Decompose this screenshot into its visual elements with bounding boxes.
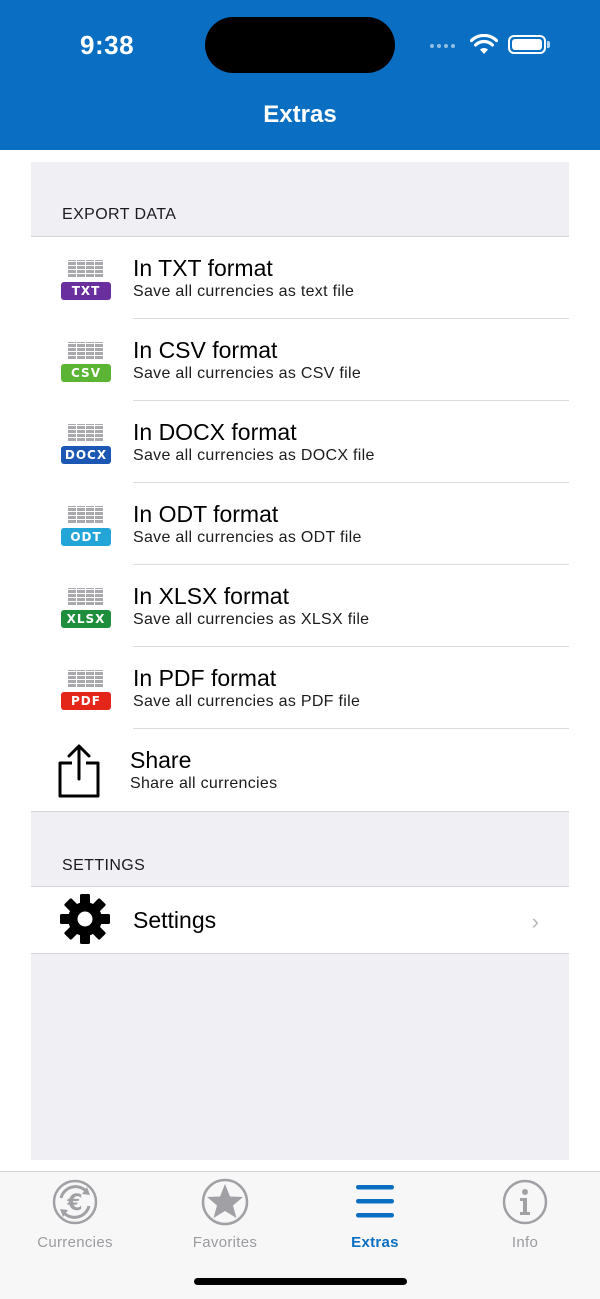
home-indicator xyxy=(194,1278,407,1285)
row-subtitle: Save all currencies as PDF file xyxy=(133,693,361,710)
csv-file-icon: CSV xyxy=(61,342,111,382)
csv-badge: CSV xyxy=(61,364,111,382)
row-title: In TXT format xyxy=(133,255,273,281)
export-list: TXT In TXT format Save all currencies as… xyxy=(31,236,569,812)
export-txt-row[interactable]: TXT In TXT format Save all currencies as… xyxy=(31,237,569,319)
export-odt-row[interactable]: ODT In ODT format Save all currencies as… xyxy=(31,483,569,565)
row-subtitle: Save all currencies as XLSX file xyxy=(133,611,370,628)
txt-badge: TXT xyxy=(61,282,111,300)
chevron-right-icon: › xyxy=(531,909,539,934)
cellular-signal-icon xyxy=(430,44,455,48)
wifi-icon xyxy=(470,34,498,54)
row-title: In ODT format xyxy=(133,501,279,527)
tab-label: Info xyxy=(511,1234,539,1251)
settings-list: Settings › xyxy=(31,886,569,954)
share-icon xyxy=(58,744,100,798)
settings-row[interactable]: Settings › xyxy=(31,887,569,953)
nav-header: 9:38 Extras xyxy=(0,0,600,150)
battery-icon xyxy=(508,35,546,54)
row-title: In CSV format xyxy=(133,337,278,363)
share-row[interactable]: Share Share all currencies xyxy=(31,729,569,811)
row-title: Settings xyxy=(133,907,217,933)
svg-text:€: € xyxy=(66,1191,82,1216)
tab-label: Currencies xyxy=(37,1234,113,1251)
docx-badge: DOCX xyxy=(61,446,111,464)
row-subtitle: Save all currencies as ODT file xyxy=(133,529,362,546)
section-header-export: EXPORT DATA xyxy=(62,206,177,223)
odt-badge: ODT xyxy=(61,528,111,546)
tab-info[interactable]: Info xyxy=(450,1178,600,1258)
docx-file-icon: DOCX xyxy=(61,424,111,464)
xlsx-badge: XLSX xyxy=(61,610,111,628)
pdf-file-icon: PDF xyxy=(61,670,111,710)
txt-file-icon: TXT xyxy=(61,260,111,300)
tab-label: Favorites xyxy=(192,1234,258,1251)
odt-file-icon: ODT xyxy=(61,506,111,546)
row-title: In DOCX format xyxy=(133,419,297,445)
status-time: 9:38 xyxy=(80,30,135,60)
row-subtitle: Save all currencies as text file xyxy=(133,283,355,300)
euro-exchange-icon: € xyxy=(52,1179,98,1225)
export-docx-row[interactable]: DOCX In DOCX format Save all currencies … xyxy=(31,401,569,483)
export-csv-row[interactable]: CSV In CSV format Save all currencies as… xyxy=(31,319,569,401)
export-xlsx-row[interactable]: XLSX In XLSX format Save all currencies … xyxy=(31,565,569,647)
dynamic-island xyxy=(205,17,395,73)
page-title: Extras xyxy=(263,101,337,128)
row-title: In PDF format xyxy=(133,665,277,691)
info-icon xyxy=(502,1179,548,1225)
xlsx-file-icon: XLSX xyxy=(61,588,111,628)
tab-favorites[interactable]: Favorites xyxy=(150,1178,300,1258)
tab-extras[interactable]: Extras xyxy=(300,1178,450,1258)
star-icon xyxy=(201,1178,249,1226)
row-subtitle: Save all currencies as DOCX file xyxy=(133,447,375,464)
row-title: In XLSX format xyxy=(133,583,289,609)
section-header-settings: SETTINGS xyxy=(62,857,146,874)
row-title: Share xyxy=(130,747,192,773)
tab-label: Extras xyxy=(351,1234,399,1251)
pdf-badge: PDF xyxy=(61,692,111,710)
row-subtitle: Share all currencies xyxy=(130,775,278,792)
gear-icon xyxy=(60,894,110,944)
export-pdf-row[interactable]: PDF In PDF format Save all currencies as… xyxy=(31,647,569,729)
tab-currencies[interactable]: € Currencies xyxy=(0,1178,150,1258)
row-subtitle: Save all currencies as CSV file xyxy=(133,365,362,382)
menu-icon xyxy=(356,1185,394,1218)
